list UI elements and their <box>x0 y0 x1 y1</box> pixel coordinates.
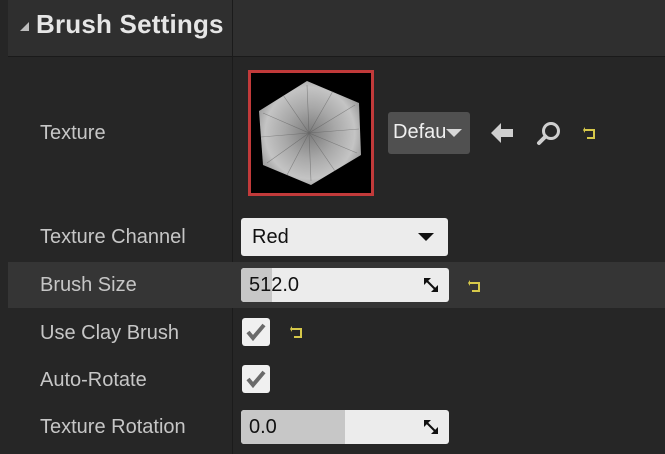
details-panel: Brush Settings Texture Defau Texture Cha… <box>0 0 665 454</box>
dropdown-arrow-icon <box>418 233 434 241</box>
auto-rotate-checkbox[interactable] <box>242 365 270 393</box>
dropdown-arrow-icon <box>446 129 462 137</box>
clay-brush-reset-arrow-icon[interactable] <box>290 325 304 338</box>
texture-asset-dropdown[interactable]: Default <box>388 112 470 154</box>
section-title: Brush Settings <box>36 9 224 39</box>
texture-channel-label: Texture Channel <box>40 226 186 248</box>
texture-rotation-value: 0.0 <box>249 416 277 438</box>
brush-size-spinbox[interactable]: 512.0 <box>241 268 449 302</box>
texture-rotation-label: Texture Rotation <box>40 416 186 438</box>
texture-thumbnail[interactable] <box>248 70 374 196</box>
texture-channel-value: Red <box>252 226 289 248</box>
use-clay-brush-checkbox[interactable] <box>242 318 270 346</box>
texture-rotation-spinbox[interactable]: 0.0 <box>241 410 449 444</box>
drag-resize-icon <box>423 419 439 440</box>
expand-triangle-icon[interactable] <box>20 22 29 31</box>
texture-label: Texture <box>40 122 106 144</box>
checkmark-icon <box>246 370 266 389</box>
drag-resize-icon <box>423 277 439 298</box>
checkmark-icon <box>246 323 266 342</box>
texture-channel-combobox[interactable]: Red <box>241 218 448 256</box>
texture-reset-arrow-icon[interactable] <box>583 126 597 139</box>
row-use-clay-brush: Use Clay Brush <box>8 310 665 356</box>
use-selected-arrow-icon[interactable] <box>489 121 515 150</box>
row-auto-rotate: Auto-Rotate <box>8 357 665 403</box>
brush-size-label: Brush Size <box>40 274 137 296</box>
use-clay-brush-label: Use Clay Brush <box>40 322 179 344</box>
brush-size-reset-arrow-icon[interactable] <box>468 279 482 292</box>
browse-search-icon[interactable] <box>536 120 562 151</box>
auto-rotate-label: Auto-Rotate <box>40 369 147 391</box>
texture-asset-value: Default <box>393 121 445 143</box>
texture-preview-image <box>259 81 361 185</box>
section-header[interactable]: Brush Settings <box>8 0 665 57</box>
brush-size-value: 512.0 <box>249 274 300 296</box>
